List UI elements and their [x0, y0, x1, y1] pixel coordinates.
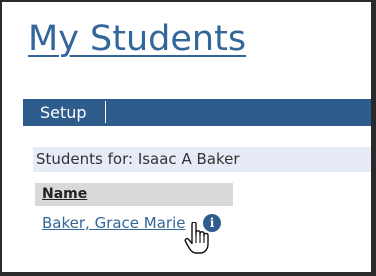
menu-bar: Setup — [23, 99, 371, 126]
menu-divider — [105, 101, 106, 123]
info-icon[interactable]: i — [203, 214, 221, 232]
student-name-link[interactable]: Baker, Grace Marie — [42, 213, 186, 233]
page-title[interactable]: My Students — [28, 16, 246, 62]
students-for-label: Students for: Isaac A Baker — [36, 150, 240, 168]
students-for-bar: Students for: Isaac A Baker — [33, 147, 371, 172]
column-header-name[interactable]: Name — [42, 183, 87, 206]
table-row: Baker, Grace Marie i — [35, 210, 265, 238]
table-header: Name — [35, 183, 233, 206]
menu-item-setup[interactable]: Setup — [23, 99, 104, 126]
